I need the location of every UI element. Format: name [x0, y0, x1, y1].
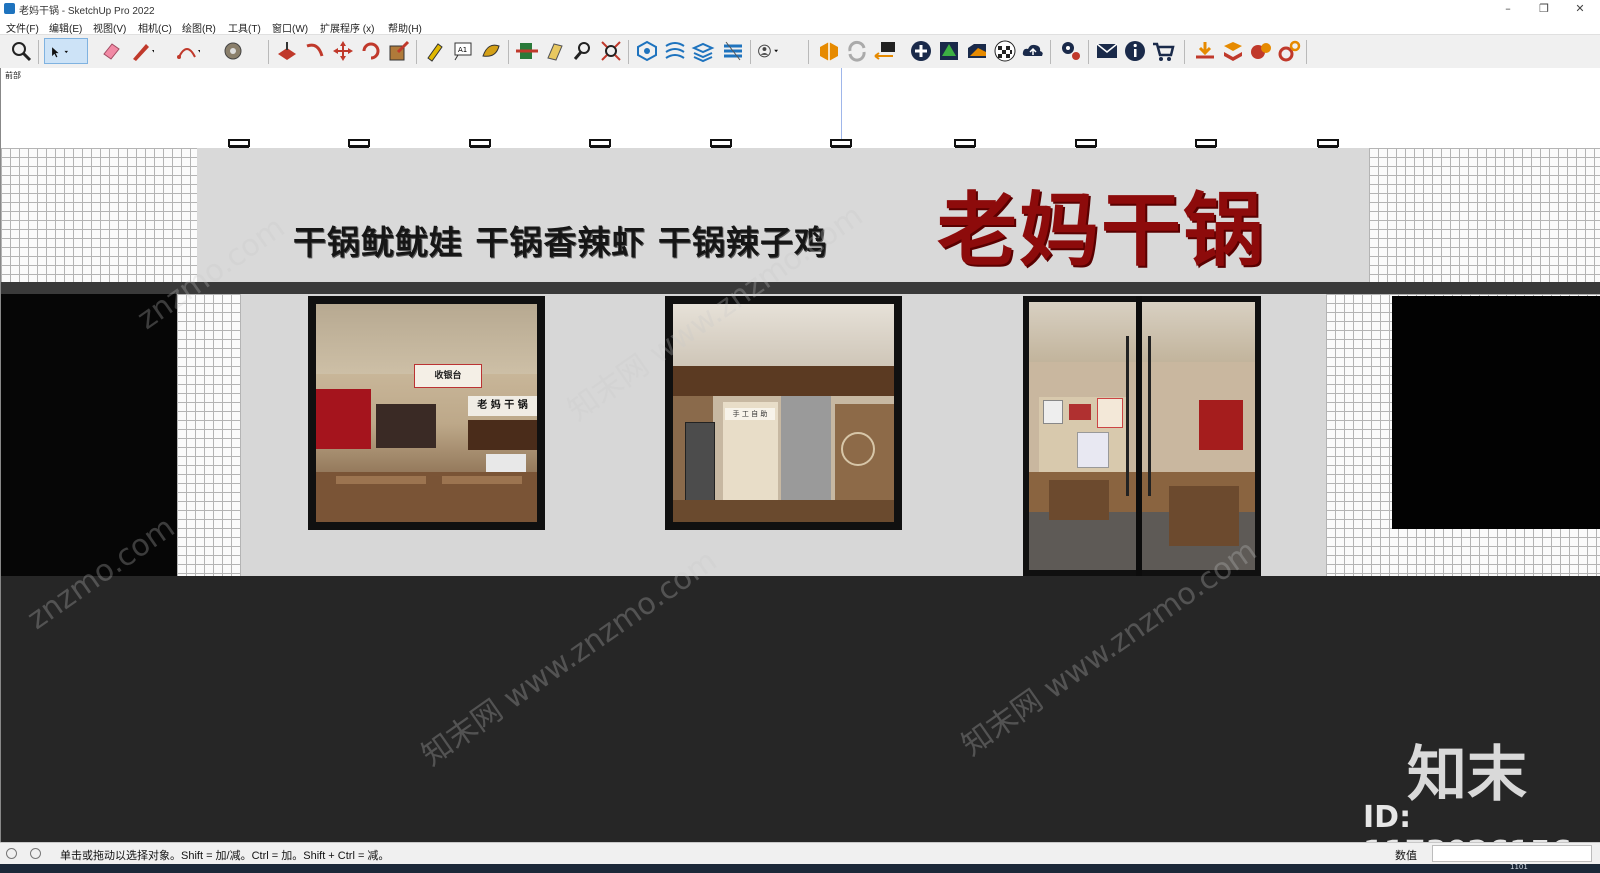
- menu-draw[interactable]: 绘图(R): [182, 20, 216, 35]
- follow-me-icon[interactable]: [302, 38, 328, 64]
- walk-icon[interactable]: [542, 38, 568, 64]
- cashier-sign: 收银台: [414, 364, 482, 388]
- zoom-icon[interactable]: [8, 38, 34, 64]
- menu-help[interactable]: 帮助(H): [388, 20, 422, 35]
- shop-glass-door[interactable]: [1023, 296, 1261, 576]
- add-icon[interactable]: [908, 38, 934, 64]
- plugin-icon[interactable]: [1248, 38, 1274, 64]
- measurements-label: 数值: [1395, 849, 1417, 862]
- right-neighbor-window: [1392, 296, 1600, 529]
- menu-extensions[interactable]: 扩展程序 (x): [320, 20, 374, 35]
- window-title: 老妈干锅 - SketchUp Pro 2022: [19, 6, 155, 17]
- arc-icon[interactable]: [174, 38, 200, 64]
- layers-icon[interactable]: [690, 38, 716, 64]
- cashier-interior: 收银台 老 妈 干 锅: [316, 304, 537, 522]
- tile-wall-left-lower: [177, 294, 241, 576]
- chart-icon[interactable]: [964, 38, 990, 64]
- refresh-icon[interactable]: [844, 38, 870, 64]
- measurements-box[interactable]: [1432, 845, 1592, 862]
- menu-camera[interactable]: 相机(C): [138, 20, 172, 35]
- close-button[interactable]: ✕: [1562, 0, 1598, 18]
- status-hint: 单击或拖动以选择对象。Shift = 加/减。Ctrl = 加。Shift + …: [60, 850, 390, 862]
- dining-interior: [1029, 302, 1255, 570]
- push-pull-icon[interactable]: [274, 38, 300, 64]
- taskbar-text: 1101: [1510, 863, 1528, 871]
- mail-icon[interactable]: [1094, 38, 1120, 64]
- minimize-button[interactable]: –: [1490, 0, 1526, 18]
- menu-view[interactable]: 视图(V): [93, 20, 126, 35]
- door-handle-left[interactable]: [1126, 336, 1129, 496]
- sandbox-icon[interactable]: [662, 38, 688, 64]
- info-status-icon[interactable]: [30, 848, 41, 859]
- rotate-icon[interactable]: [358, 38, 384, 64]
- scene-tab[interactable]: 前部: [5, 70, 21, 81]
- import-icon[interactable]: [1192, 38, 1218, 64]
- menu-edit[interactable]: 编辑(E): [49, 20, 82, 35]
- menu-file[interactable]: 文件(F): [6, 20, 39, 35]
- warehouse-icon[interactable]: [816, 38, 842, 64]
- zoom-extents-icon[interactable]: [598, 38, 624, 64]
- main-toolbar: A1: [0, 34, 1600, 70]
- checker-icon[interactable]: [992, 38, 1018, 64]
- settings-icon[interactable]: [1058, 38, 1084, 64]
- eraser-icon[interactable]: [98, 38, 124, 64]
- pencil-icon[interactable]: [128, 38, 154, 64]
- brand-board: 老 妈 干 锅: [468, 396, 537, 416]
- cloud-icon[interactable]: [1020, 38, 1046, 64]
- tape-measure-icon[interactable]: [422, 38, 448, 64]
- door-handle-right[interactable]: [1148, 336, 1151, 496]
- signboard-brand: 老妈干锅: [937, 183, 1265, 277]
- menu-tools[interactable]: 工具(T): [228, 20, 261, 35]
- door-divider: [1136, 296, 1142, 576]
- shop-window-left: 收银台 老 妈 干 锅: [308, 296, 545, 530]
- text-icon[interactable]: A1: [450, 38, 476, 64]
- move-icon[interactable]: [330, 38, 356, 64]
- export-icon[interactable]: [872, 38, 898, 64]
- sketchup-app-icon: [4, 3, 15, 14]
- buffet-sign: 手 工 自 助: [725, 408, 775, 420]
- green-axis-line: [841, 68, 842, 148]
- section-plane-icon[interactable]: [514, 38, 540, 64]
- restore-button[interactable]: ❐: [1526, 0, 1562, 18]
- tile-wall-right-upper: [1369, 148, 1600, 288]
- svg-text:A1: A1: [458, 46, 467, 54]
- tile-wall-left-upper: [1, 148, 197, 288]
- zoom-window-icon[interactable]: [570, 38, 596, 64]
- model-viewport[interactable]: 前部 干锅鱿鱿娃 干锅香辣虾 干锅辣子鸡 老妈干锅 收银台 老 妈 干 锅 手 …: [0, 68, 1600, 842]
- scale-icon[interactable]: [386, 38, 412, 64]
- znzmo-id: ID: 1173026156: [1363, 800, 1572, 842]
- component-icon[interactable]: [634, 38, 660, 64]
- ground-plane: [1, 576, 1600, 842]
- menu-window[interactable]: 窗口(W): [272, 20, 308, 35]
- gears-icon[interactable]: [1276, 38, 1302, 64]
- tree-icon[interactable]: [936, 38, 962, 64]
- layout-icon[interactable]: [1220, 38, 1246, 64]
- title-bar: 老妈干锅 - SketchUp Pro 2022 – ❐ ✕: [0, 0, 1600, 18]
- taskbar-strip: 1101: [0, 863, 1600, 873]
- paint-icon[interactable]: [478, 38, 504, 64]
- cart-icon[interactable]: [1150, 38, 1176, 64]
- info-icon[interactable]: [1122, 38, 1148, 64]
- paint-bucket-icon[interactable]: [220, 38, 246, 64]
- geo-location-icon[interactable]: [6, 848, 17, 859]
- signboard-slogan: 干锅鱿鱿娃 干锅香辣虾 干锅辣子鸡: [293, 223, 828, 262]
- select-icon[interactable]: [44, 38, 88, 64]
- account-icon[interactable]: [756, 38, 796, 64]
- styles-icon[interactable]: [720, 38, 746, 64]
- menu-bar: 文件(F) 编辑(E) 视图(V) 相机(C) 绘图(R) 工具(T) 窗口(W…: [0, 18, 1600, 35]
- status-bar: 单击或拖动以选择对象。Shift = 加/减。Ctrl = 加。Shift + …: [0, 842, 1600, 865]
